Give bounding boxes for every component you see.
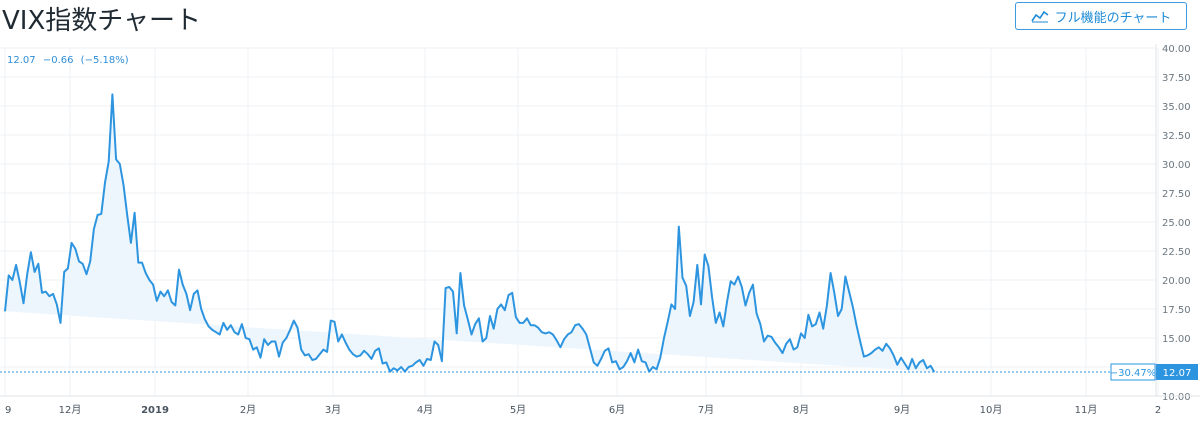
x-tick-label: 11月 [1075,404,1098,416]
x-tick-label: 6月 [609,404,625,416]
y-tick-label: 37.50 [1162,73,1191,84]
readout-change: −0.66 [42,55,74,66]
y-tick-label: 20.00 [1162,276,1191,287]
y-tick-label: 15.00 [1162,334,1191,345]
y-tick-label: 17.50 [1162,305,1191,316]
x-tick-label: 4月 [417,404,433,416]
page-title: VIX指数チャート [2,6,202,36]
x-tick-label: 7月 [698,404,714,416]
ticker-readout: 12.07 −0.66 (−5.18%) [7,55,133,66]
readout-last: 12.07 [7,55,36,66]
x-tick-label: 5月 [510,404,526,416]
y-tick-label: 32.50 [1162,131,1191,142]
x-tick-label: 8月 [793,404,809,416]
vix-chart[interactable]: 10.0012.5015.0017.5020.0022.5025.0027.50… [0,44,1200,427]
y-tick-label: 22.50 [1162,247,1191,258]
x-tick-label: 10月 [980,404,1003,416]
x-tick-label: 9月 [894,404,910,416]
x-tick-label: 9 [5,405,11,416]
y-tick-label: 30.00 [1162,160,1191,171]
x-tick-label: 12月 [59,404,82,416]
chart-area[interactable]: 10.0012.5015.0017.5020.0022.5025.0027.50… [0,44,1200,427]
full-chart-label: フル機能のチャート [1054,10,1172,26]
x-tick-label: 2月 [240,404,256,416]
x-tick-label: 2 [1155,405,1161,416]
price-badge-text: 12.07 [1163,368,1192,379]
series-line [4,93,936,373]
x-tick-label: 3月 [325,404,341,416]
y-tick-label: 35.00 [1162,102,1191,113]
readout-change-pct: (−5.18%) [80,55,129,66]
y-tick-label: 10.00 [1162,392,1191,403]
change-badge-text: −30.47% [1110,368,1157,379]
y-tick-label: 40.00 [1162,44,1191,55]
x-tick-label: 2019 [141,405,169,416]
y-tick-label: 25.00 [1162,218,1191,229]
full-chart-button[interactable]: フル機能のチャート [1015,2,1187,30]
y-tick-label: 27.50 [1162,189,1191,200]
chart-line-icon [1030,9,1049,23]
